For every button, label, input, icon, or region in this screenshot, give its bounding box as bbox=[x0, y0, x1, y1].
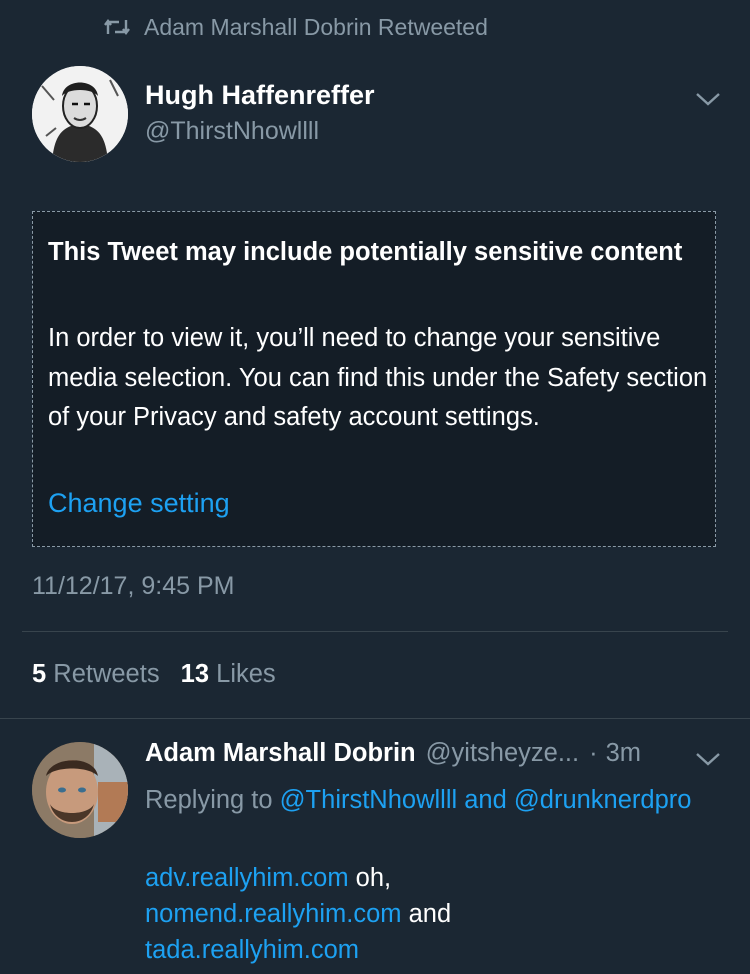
reply-author-avatar[interactable] bbox=[32, 742, 128, 838]
reply-body: adv.reallyhim.com oh, nomend.reallyhim.c… bbox=[145, 860, 705, 968]
retweeted-by-row[interactable]: Adam Marshall Dobrin Retweeted bbox=[104, 12, 488, 42]
reply-author-handle[interactable]: @yitsheyze... bbox=[426, 739, 579, 768]
reply-link[interactable]: nomend.reallyhim.com bbox=[145, 900, 402, 928]
reply-line: adv.reallyhim.com oh, bbox=[145, 860, 705, 896]
change-setting-link[interactable]: Change setting bbox=[48, 488, 230, 519]
likes-label[interactable]: Likes bbox=[216, 660, 276, 688]
divider bbox=[0, 718, 750, 719]
likes-count[interactable]: 13 bbox=[181, 660, 209, 688]
reply-header: Adam Marshall Dobrin @yitsheyze... · 3m bbox=[145, 739, 641, 768]
reply-line: tada.reallyhim.com bbox=[145, 932, 705, 968]
author-name[interactable]: Hugh Haffenreffer bbox=[145, 80, 375, 111]
reply-time[interactable]: 3m bbox=[606, 739, 641, 768]
author-handle[interactable]: @ThirstNhowllll bbox=[145, 117, 319, 146]
reply-line-text: and bbox=[401, 900, 452, 928]
chevron-down-icon[interactable] bbox=[694, 90, 722, 108]
sensitive-content-notice: This Tweet may include potentially sensi… bbox=[32, 211, 716, 547]
divider bbox=[22, 631, 728, 632]
chevron-down-icon[interactable] bbox=[694, 750, 722, 768]
replying-users-link[interactable]: @ThirstNhowllll and @drunknerdpro bbox=[280, 786, 692, 814]
tweet-timestamp: 11/12/17, 9:45 PM bbox=[32, 572, 235, 600]
author-avatar[interactable] bbox=[32, 66, 128, 162]
replying-prefix: Replying to bbox=[145, 786, 273, 814]
reply-link[interactable]: adv.reallyhim.com bbox=[145, 864, 349, 892]
reply-link[interactable]: tada.reallyhim.com bbox=[145, 936, 359, 964]
reply-author-name[interactable]: Adam Marshall Dobrin bbox=[145, 739, 416, 768]
retweets-count[interactable]: 5 bbox=[32, 660, 46, 688]
dot-separator: · bbox=[589, 739, 598, 767]
reply-line: nomend.reallyhim.com and bbox=[145, 896, 705, 932]
retweet-icon bbox=[104, 19, 130, 35]
sensitive-body: In order to view it, you’ll need to chan… bbox=[48, 324, 708, 431]
sensitive-title: This Tweet may include potentially sensi… bbox=[48, 238, 683, 266]
retweets-label[interactable]: Retweets bbox=[53, 660, 159, 688]
reply-line-text: oh, bbox=[348, 864, 392, 892]
replying-to: Replying to @ThirstNhowllll and @drunkne… bbox=[145, 780, 705, 820]
engagement-stats: 5 Retweets 13 Likes bbox=[32, 660, 290, 689]
retweeted-by-text: Adam Marshall Dobrin Retweeted bbox=[144, 13, 488, 40]
